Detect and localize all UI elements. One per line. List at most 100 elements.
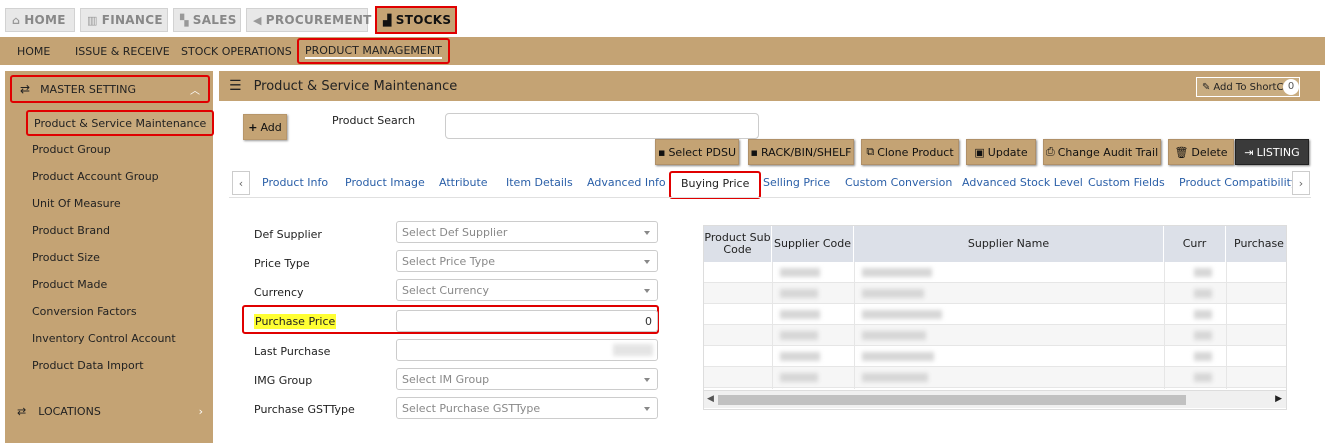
product-search-input[interactable] xyxy=(445,113,759,139)
top-tab-sales[interactable]: ▚ SALES xyxy=(173,8,241,32)
chevron-up-icon: ︿ xyxy=(190,85,200,97)
sidebar-item-unit-of-measure[interactable]: Unit Of Measure xyxy=(32,192,121,214)
caret-down-icon xyxy=(644,378,650,382)
swap-icon: ⇄ xyxy=(20,82,31,96)
tab-product-image[interactable]: Product Image xyxy=(345,176,425,189)
top-tab-finance[interactable]: ▥ FINANCE xyxy=(80,8,168,32)
sidebar-item-product-data-import[interactable]: Product Data Import xyxy=(32,354,144,376)
scroll-right-icon[interactable]: ▶ xyxy=(1275,394,1282,404)
sidebar-item-product-account-group[interactable]: Product Account Group xyxy=(32,165,159,187)
top-module-tabs: ⌂ HOME ▥ FINANCE ▚ SALES ◀ PROCUREMENT ▟… xyxy=(0,0,1325,38)
sidebar-section-locations[interactable]: ⇄ LOCATIONS › xyxy=(5,399,213,423)
top-tab-label: SALES xyxy=(192,13,237,27)
redacted-cell xyxy=(862,373,928,382)
add-to-shortcut-button[interactable]: ✎ Add To ShortCut 0 xyxy=(1196,77,1300,97)
scroll-left-icon[interactable]: ◀ xyxy=(707,394,714,404)
sidebar-section-master-setting[interactable]: ⇄ MASTER SETTING ︿ xyxy=(10,75,210,103)
sidebar-item-product-size[interactable]: Product Size xyxy=(32,246,100,268)
sidebar-section-label: LOCATIONS xyxy=(38,404,101,418)
listing-button[interactable]: ⇥ LISTING xyxy=(1235,139,1309,165)
top-tab-label: STOCKS xyxy=(395,13,452,27)
tab-product-info[interactable]: Product Info xyxy=(262,176,328,189)
print-icon: ⎙ xyxy=(1045,145,1055,158)
table-row[interactable] xyxy=(704,304,1286,325)
sidebar-item-product-service-maintenance[interactable]: Product & Service Maintenance xyxy=(26,110,215,136)
purchase-gst-select[interactable]: Select Purchase GSTType xyxy=(396,397,658,419)
sidebar-item-label: Product Account Group xyxy=(32,169,159,183)
sidebar-item-label: Product & Service Maintenance xyxy=(34,116,207,130)
select-pdsu-button[interactable]: ▪ Select PDSU xyxy=(655,139,739,165)
def-supplier-select[interactable]: Select Def Supplier xyxy=(396,221,658,243)
toolbar-button-label: Update xyxy=(987,145,1028,159)
sidebar-item-product-brand[interactable]: Product Brand xyxy=(32,219,110,241)
currency-placeholder: Select Currency xyxy=(402,283,489,297)
column-header-purchase-price[interactable]: Purchase P xyxy=(1226,226,1286,262)
tab-custom-fields[interactable]: Custom Fields xyxy=(1088,176,1165,189)
subnav-issue-receive[interactable]: ISSUE & RECEIVE xyxy=(75,37,170,65)
top-tab-label: FINANCE xyxy=(101,13,163,27)
tab-advanced-info[interactable]: Advanced Info xyxy=(587,176,666,189)
clone-product-button[interactable]: ⧉ Clone Product xyxy=(861,139,959,165)
sidebar-item-label: Product Size xyxy=(32,250,100,264)
redacted-cell xyxy=(862,289,924,298)
last-purchase-input[interactable] xyxy=(396,339,658,361)
table-row[interactable] xyxy=(704,283,1286,304)
subnav-product-management[interactable]: PRODUCT MANAGEMENT xyxy=(297,38,450,64)
tab-custom-conversion[interactable]: Custom Conversion xyxy=(845,176,952,189)
top-tab-home[interactable]: ⌂ HOME xyxy=(5,8,75,32)
currency-label: Currency xyxy=(254,286,304,299)
redacted-cell xyxy=(1194,352,1212,361)
tab-buying-price[interactable]: Buying Price xyxy=(669,171,762,199)
tab-advanced-stock-level[interactable]: Advanced Stock Level xyxy=(962,176,1083,189)
cart-icon: ▚ xyxy=(180,13,189,27)
top-tab-procurement[interactable]: ◀ PROCUREMENT xyxy=(246,8,371,32)
price-type-placeholder: Select Price Type xyxy=(402,254,496,268)
tabs-scroll-left-icon[interactable]: ‹ xyxy=(232,171,250,195)
img-group-select[interactable]: Select IM Group xyxy=(396,368,658,390)
sidebar-item-inventory-control-account[interactable]: Inventory Control Account xyxy=(32,327,176,349)
bank-icon: ▥ xyxy=(87,13,98,27)
column-header-supplier-name[interactable]: Supplier Name xyxy=(854,226,1164,262)
sub-navigation: HOME ISSUE & RECEIVE STOCK OPERATIONS PR… xyxy=(0,37,1325,65)
toolbar-button-label: Select PDSU xyxy=(668,145,737,159)
table-row[interactable] xyxy=(704,325,1286,346)
sidebar-item-conversion-factors[interactable]: Conversion Factors xyxy=(32,300,137,322)
column-divider xyxy=(1226,262,1227,389)
table-row[interactable] xyxy=(704,262,1286,283)
redacted-cell xyxy=(1194,310,1212,319)
tab-selling-price[interactable]: Selling Price xyxy=(763,176,830,189)
horizontal-scrollbar[interactable]: ◀ ▶ xyxy=(704,390,1286,408)
currency-select[interactable]: Select Currency xyxy=(396,279,658,301)
archive-icon: ▪ xyxy=(750,145,758,159)
add-button[interactable]: + Add xyxy=(243,114,287,140)
delete-button[interactable]: 🗑 Delete xyxy=(1168,139,1234,165)
column-header-product-sub-code[interactable]: Product Sub Code xyxy=(704,226,772,262)
table-header: Product Sub Code Supplier Code Supplier … xyxy=(704,226,1286,262)
top-tab-stocks[interactable]: ▟ STOCKS xyxy=(375,6,457,34)
column-header-curr[interactable]: Curr xyxy=(1164,226,1226,262)
sidebar-item-product-made[interactable]: Product Made xyxy=(32,273,107,295)
table-row[interactable] xyxy=(704,367,1286,388)
main-panel: ☰ Product & Service Maintenance ✎ Add To… xyxy=(219,71,1325,443)
tab-attribute[interactable]: Attribute xyxy=(439,176,488,189)
purchase-price-input[interactable]: 0 xyxy=(396,310,658,332)
purchase-price-label: Purchase Price xyxy=(254,314,337,329)
hamburger-icon[interactable]: ☰ xyxy=(229,78,242,94)
scrollbar-thumb[interactable] xyxy=(718,395,1186,405)
tab-item-details[interactable]: Item Details xyxy=(506,176,573,189)
subnav-home[interactable]: HOME xyxy=(17,37,50,65)
update-button[interactable]: ▣ Update xyxy=(966,139,1036,165)
change-audit-trail-button[interactable]: ⎙ Change Audit Trail xyxy=(1043,139,1161,165)
table-row[interactable] xyxy=(704,346,1286,367)
sign-out-icon: ⇥ xyxy=(1244,145,1254,159)
tab-product-compatibility[interactable]: Product Compatibility xyxy=(1179,176,1297,189)
sidebar-item-label: Product Group xyxy=(32,142,111,156)
price-type-select[interactable]: Select Price Type xyxy=(396,250,658,272)
tabs-scroll-right-icon[interactable]: › xyxy=(1292,171,1310,195)
subnav-stock-operations[interactable]: STOCK OPERATIONS xyxy=(181,37,292,65)
redacted-cell xyxy=(862,331,926,340)
column-header-supplier-code[interactable]: Supplier Code xyxy=(772,226,854,262)
column-divider xyxy=(1164,262,1165,389)
rack-bin-shelf-button[interactable]: ▪ RACK/BIN/SHELF xyxy=(748,139,854,165)
sidebar-item-product-group[interactable]: Product Group xyxy=(32,138,111,160)
